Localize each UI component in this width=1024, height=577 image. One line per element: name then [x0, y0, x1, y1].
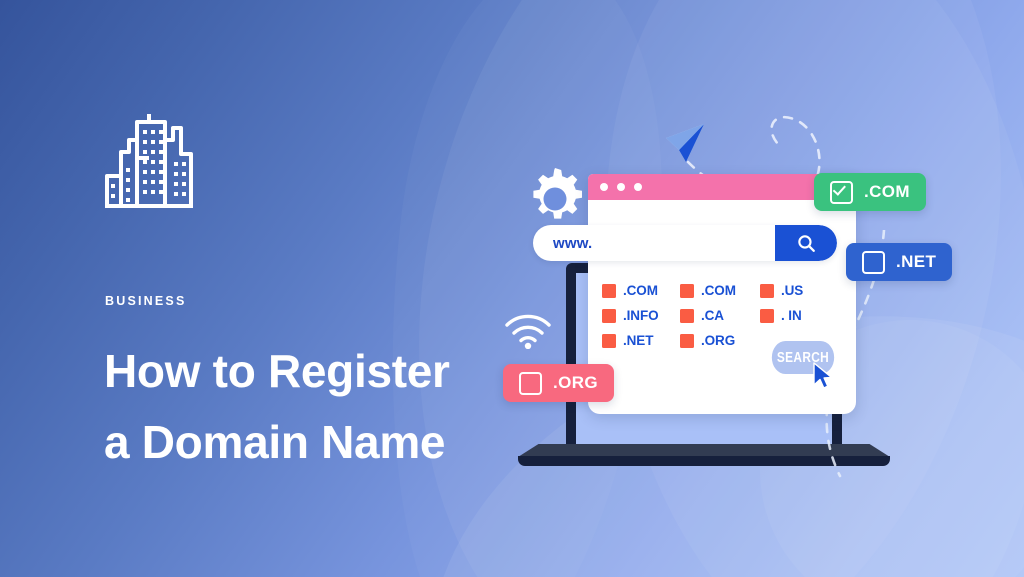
checkbox-empty-icon[interactable]	[519, 371, 542, 395]
tld-badge-label: .NET	[896, 252, 937, 271]
tld-badge-label: .COM	[864, 182, 910, 201]
search-input[interactable]: www.	[533, 235, 775, 252]
domain-item[interactable]: .INFO	[602, 308, 680, 323]
mouse-pointer-icon	[812, 362, 834, 390]
page-title-line-2: a Domain Name	[104, 416, 446, 468]
tld-badge-net[interactable]: .NET	[846, 243, 953, 281]
tld-badge-label: .ORG	[553, 373, 599, 392]
city-skyline-icon	[103, 106, 195, 210]
domain-label: .ORG	[701, 333, 736, 348]
domain-label: .CA	[701, 308, 724, 323]
domain-label: .NET	[623, 333, 654, 348]
checkbox-square-icon[interactable]	[680, 283, 694, 298]
domain-label: .COM	[623, 283, 658, 298]
category-eyebrow: BUSINESS	[105, 294, 187, 308]
domain-item[interactable]: .ORG	[680, 333, 760, 348]
checkbox-empty-icon[interactable]	[862, 250, 885, 274]
checkbox-square-icon[interactable]	[760, 308, 774, 323]
window-dot-minimize-icon[interactable]	[617, 183, 625, 191]
window-dot-maximize-icon[interactable]	[634, 183, 642, 191]
search-submit-button[interactable]	[775, 225, 837, 261]
domain-label: .INFO	[623, 308, 659, 323]
magnifier-icon	[797, 234, 815, 252]
domain-item[interactable]: . IN	[760, 308, 832, 323]
checkbox-checked-icon[interactable]	[830, 180, 853, 204]
checkbox-square-icon[interactable]	[602, 308, 616, 323]
wifi-icon	[503, 313, 553, 350]
checkbox-square-icon[interactable]	[760, 283, 774, 298]
domain-item[interactable]: .COM	[680, 283, 760, 298]
domain-label: .COM	[701, 283, 736, 298]
checkbox-square-icon[interactable]	[680, 333, 694, 348]
tld-badge-org[interactable]: .ORG	[503, 364, 615, 402]
checkbox-square-icon[interactable]	[680, 308, 694, 323]
checkbox-square-icon[interactable]	[602, 283, 616, 298]
domain-item[interactable]: .CA	[680, 308, 760, 323]
checkbox-square-icon[interactable]	[602, 333, 616, 348]
domain-item[interactable]: .COM	[602, 283, 680, 298]
domain-label: .US	[781, 283, 804, 298]
page-title: How to Register a Domain Name	[104, 336, 524, 478]
url-search-bar[interactable]: www.	[533, 225, 837, 261]
hero-banner: BUSINESS How to Register a Domain Name w…	[0, 0, 1024, 577]
page-title-line-1: How to Register	[104, 345, 450, 397]
domain-item[interactable]: .NET	[602, 333, 680, 348]
domain-label: . IN	[781, 308, 802, 323]
tld-badge-com[interactable]: .COM	[814, 173, 926, 211]
window-dot-close-icon[interactable]	[600, 183, 608, 191]
domain-item[interactable]: .US	[760, 283, 832, 298]
gear-icon	[524, 168, 586, 230]
